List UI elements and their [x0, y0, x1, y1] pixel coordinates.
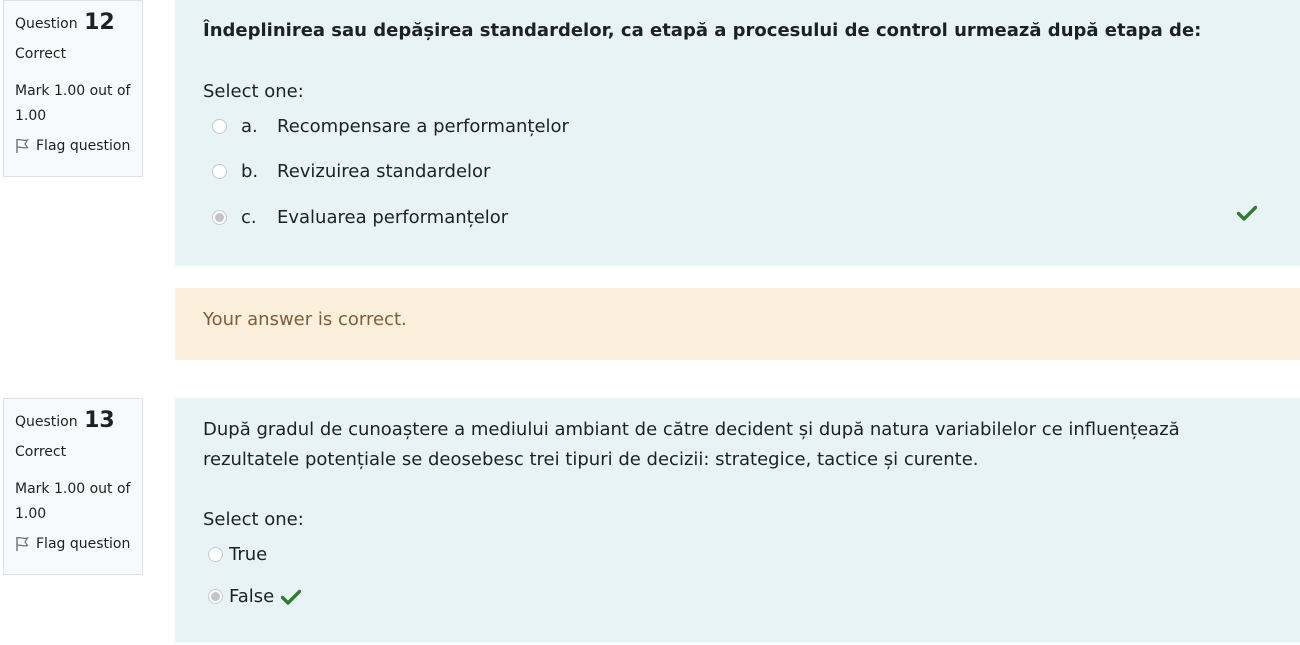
answer-text: False — [229, 586, 275, 607]
answer-text: True — [229, 544, 268, 565]
question-number: Question 12 — [15, 10, 115, 35]
check-icon — [1237, 205, 1257, 221]
answer-text: Recompensare a performanțelor — [277, 116, 569, 137]
question-info-13: Question 13 Correct Mark 1.00 out of 1.0… — [3, 398, 143, 575]
answer-feedback: Your answer is correct. — [175, 288, 1300, 360]
question-formulation-12: Îndeplinirea sau depășirea standardelor,… — [175, 0, 1300, 266]
answer-letter: a. — [241, 116, 258, 137]
select-one-prompt: Select one: — [203, 509, 304, 530]
answer-letter: c. — [241, 207, 257, 228]
flag-question-label: Flag question — [36, 536, 131, 552]
flag-question-button[interactable]: Flag question — [15, 535, 132, 553]
answer-text: Evaluarea performanțelor — [277, 207, 509, 228]
answer-radio-false[interactable] — [208, 589, 223, 604]
question-formulation-13: După gradul de cunoaștere a mediului amb… — [175, 398, 1300, 642]
flag-icon — [16, 138, 29, 153]
question-grade: Mark 1.00 out of 1.00 — [15, 83, 131, 124]
flag-question-label: Flag question — [36, 138, 131, 154]
answer-option-true[interactable]: True — [208, 544, 267, 565]
answer-letter: b. — [241, 161, 259, 182]
answer-option-a[interactable]: a. Recompensare a performanțelor — [212, 116, 569, 137]
answer-radio-true[interactable] — [208, 547, 223, 562]
answer-radio-c[interactable] — [212, 210, 227, 225]
answer-radio-a[interactable] — [212, 119, 227, 134]
question-state: Correct — [15, 444, 67, 460]
question-number: Question 13 — [15, 408, 115, 433]
flag-question-button[interactable]: Flag question — [15, 137, 132, 155]
answer-radio-b[interactable] — [212, 164, 227, 179]
select-one-prompt: Select one: — [203, 81, 304, 102]
question-state: Correct — [15, 46, 67, 62]
question-info-12: Question 12 Correct Mark 1.00 out of 1.0… — [3, 0, 143, 177]
answer-option-b[interactable]: b. Revizuirea standardelor — [212, 161, 490, 182]
flag-icon — [16, 536, 29, 551]
check-icon — [281, 589, 302, 605]
question-text: Îndeplinirea sau depășirea standardelor,… — [203, 20, 1202, 41]
question-grade: Mark 1.00 out of 1.00 — [15, 481, 131, 522]
answer-option-c[interactable]: c. Evaluarea performanțelor — [212, 207, 508, 228]
answer-option-false[interactable]: False — [208, 586, 302, 607]
question-text: După gradul de cunoaștere a mediului amb… — [203, 419, 1180, 470]
answer-text: Revizuirea standardelor — [277, 161, 491, 182]
